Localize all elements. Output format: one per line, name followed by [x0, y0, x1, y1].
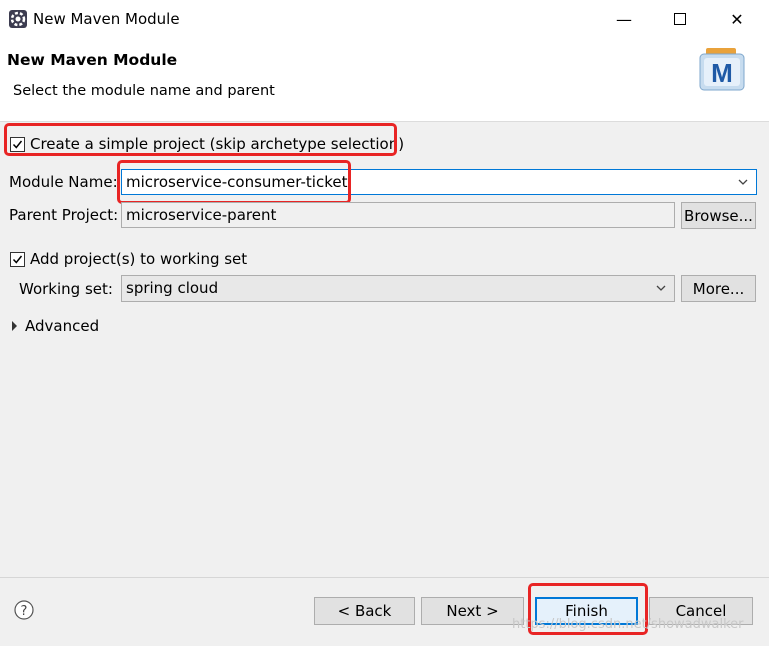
maximize-icon — [674, 13, 686, 25]
working-set-checkbox[interactable] — [10, 251, 25, 267]
minimize-button[interactable]: — — [596, 0, 652, 38]
module-name-value: microservice-consumer-ticket — [126, 173, 348, 191]
page-title: New Maven Module — [7, 51, 178, 69]
working-set-option[interactable]: Add project(s) to working set — [10, 250, 247, 268]
simple-project-option[interactable]: Create a simple project (skip archetype … — [10, 135, 404, 153]
working-set-checkbox-label: Add project(s) to working set — [30, 250, 248, 268]
working-set-value: spring cloud — [126, 279, 219, 297]
simple-project-checkbox[interactable] — [10, 136, 25, 152]
page-subtitle: Select the module name and parent — [13, 83, 275, 99]
watermark-text: https://blog.csdn.net/showadwalker — [512, 617, 744, 632]
back-button[interactable]: < Back — [314, 597, 415, 625]
module-name-label: Module Name: — [9, 173, 118, 191]
module-name-combo[interactable]: microservice-consumer-ticket — [121, 169, 757, 195]
parent-project-field: microservice-parent — [121, 202, 675, 228]
parent-project-value: microservice-parent — [126, 206, 277, 224]
wizard-header: New Maven Module Select the module name … — [0, 38, 769, 122]
parent-project-label: Parent Project: — [9, 206, 119, 224]
maven-module-icon: M — [699, 48, 745, 91]
advanced-label: Advanced — [25, 317, 100, 335]
maven-icon-letter: M — [711, 58, 733, 88]
checkmark-icon — [12, 255, 23, 264]
chevron-down-icon[interactable] — [654, 281, 668, 295]
close-button[interactable]: ✕ — [709, 0, 765, 38]
maximize-button[interactable] — [652, 0, 708, 38]
advanced-expander[interactable]: Advanced — [11, 317, 99, 335]
next-button[interactable]: Next > — [421, 597, 524, 625]
chevron-down-icon[interactable] — [736, 175, 750, 189]
simple-project-label: Create a simple project (skip archetype … — [30, 135, 405, 153]
minimize-icon: — — [616, 9, 632, 29]
chevron-right-icon — [12, 321, 17, 331]
checkmark-icon — [12, 140, 23, 149]
svg-text:?: ? — [21, 604, 28, 619]
help-icon[interactable]: ? — [14, 600, 34, 620]
working-set-combo[interactable]: spring cloud — [121, 275, 675, 302]
browse-button[interactable]: Browse... — [681, 202, 756, 229]
close-icon: ✕ — [730, 9, 744, 29]
eclipse-app-icon — [9, 10, 27, 28]
title-bar: New Maven Module — ✕ — [0, 0, 769, 38]
working-set-label: Working set: — [19, 280, 113, 298]
window-title: New Maven Module — [33, 10, 180, 28]
more-button[interactable]: More... — [681, 275, 756, 302]
